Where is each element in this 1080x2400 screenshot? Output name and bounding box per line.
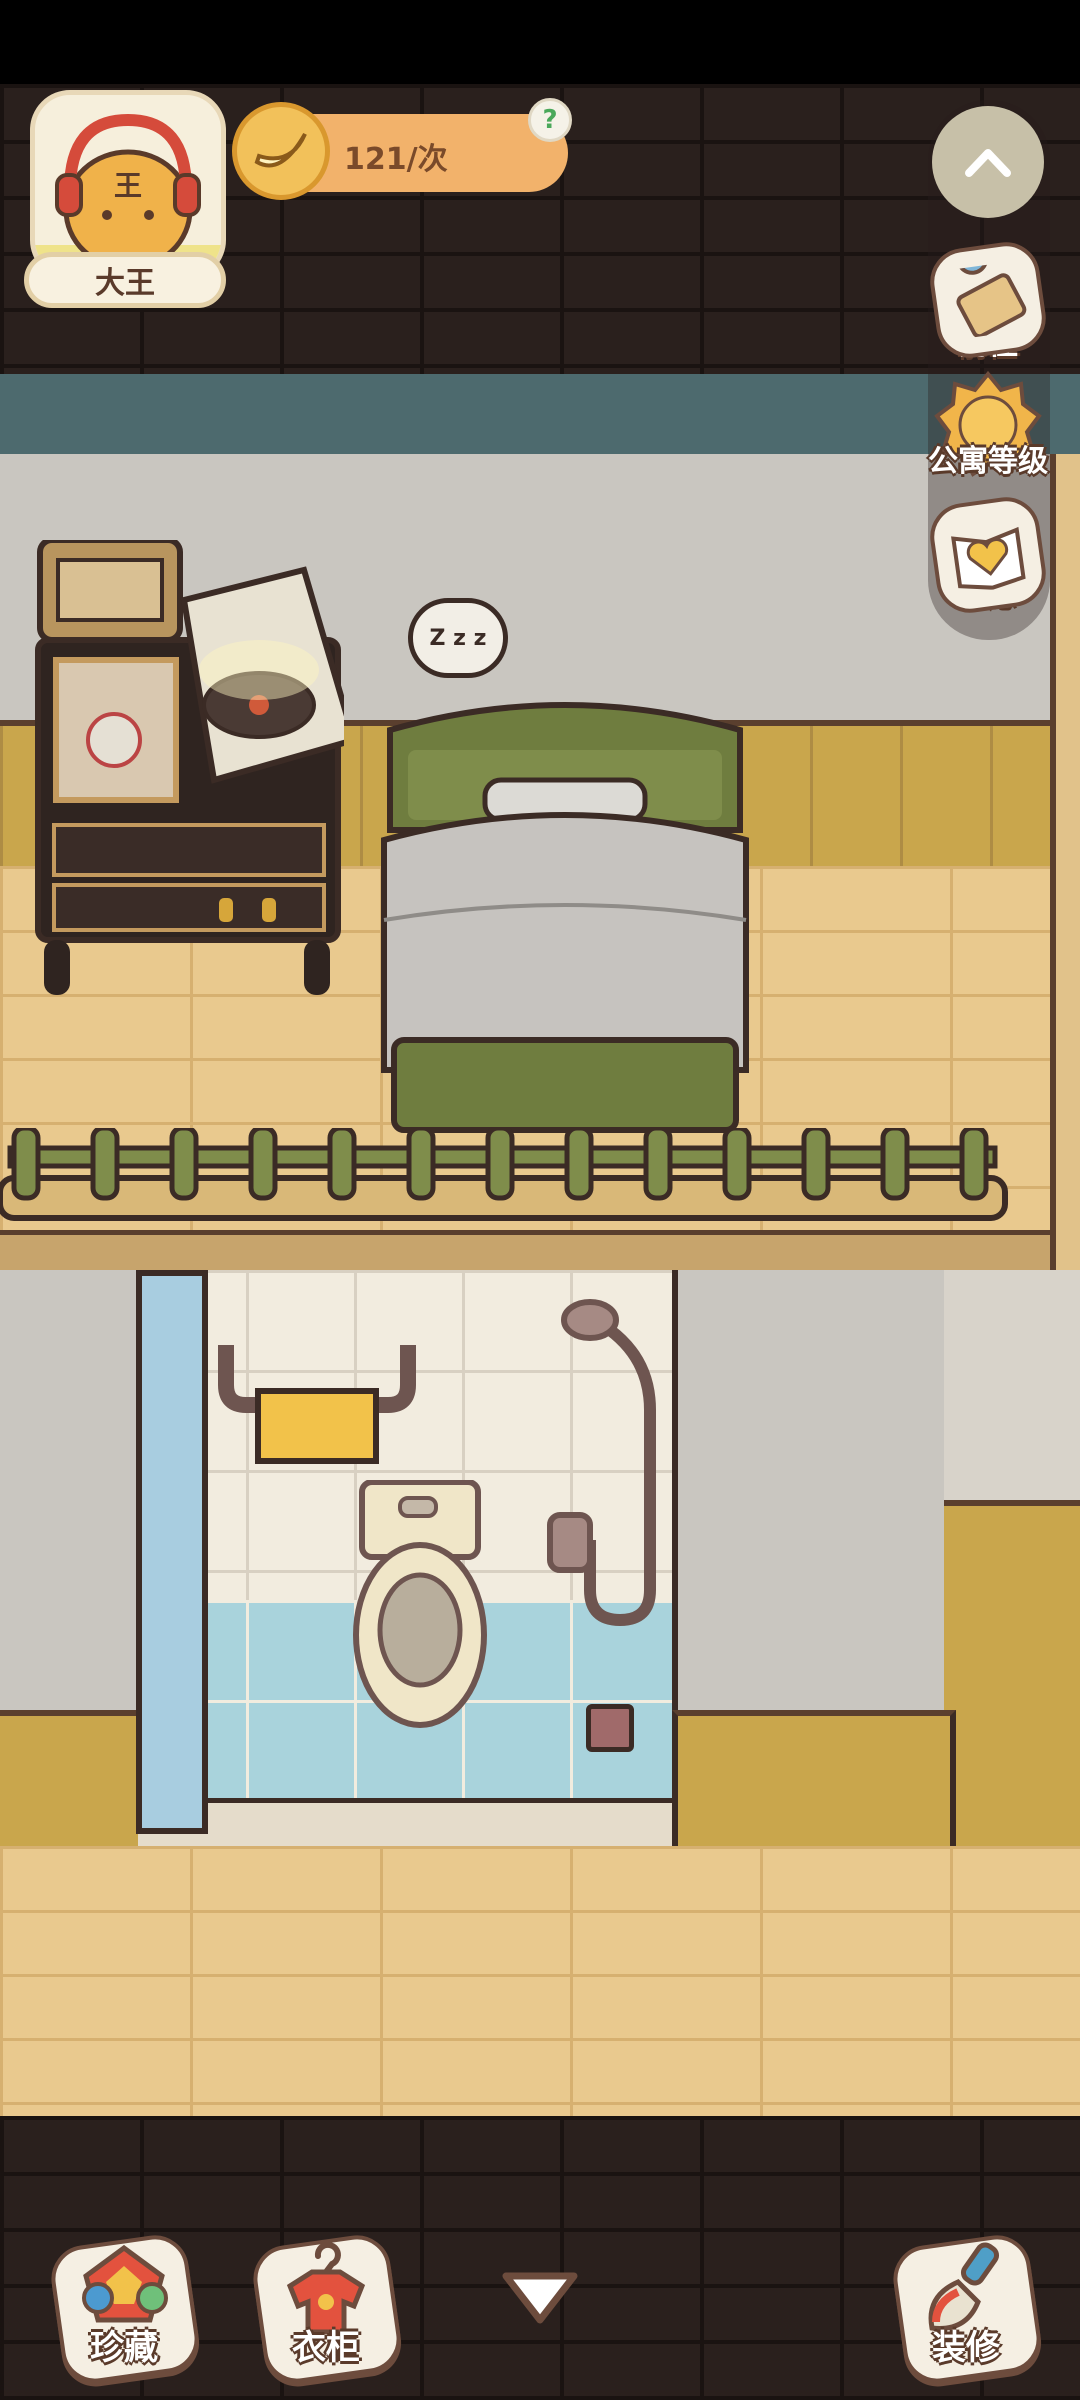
- lower-left-wall: [0, 1270, 138, 1710]
- side-label-apartment-level: 公寓等级: [928, 444, 1048, 479]
- chevron-up-icon: [965, 149, 1011, 177]
- player-card[interactable]: 王 大王: [24, 90, 230, 315]
- sleep-bubble: Z z z: [408, 598, 508, 678]
- dresser[interactable]: [34, 537, 358, 1000]
- lower-far-right-wall: [944, 1270, 1080, 1500]
- banana-icon: [232, 102, 330, 200]
- svg-text:王: 王: [114, 169, 142, 202]
- shower-glass-door[interactable]: [136, 1270, 208, 1834]
- side-item-goto[interactable]: 前往: [925, 237, 1051, 363]
- right-wall-edge: [1050, 454, 1080, 1314]
- lower-right-wall: [672, 1270, 956, 1710]
- bottom-btn-wardrobe[interactable]: 衣柜: [249, 2231, 405, 2387]
- bottom-label-decorate: 装修: [932, 2328, 1000, 2368]
- energy-value: 121/次: [344, 142, 448, 177]
- balcony-railing: [0, 1125, 1010, 1224]
- expand-menu-button[interactable]: [498, 2266, 582, 2330]
- energy-bar[interactable]: 121/次 ?: [232, 98, 572, 200]
- side-item-apartment-level[interactable]: 公寓等级: [928, 370, 1048, 480]
- drain: [586, 1704, 634, 1752]
- sleep-bubble-text: Z z z: [429, 625, 487, 651]
- bottom-btn-collection[interactable]: 珍藏: [47, 2231, 203, 2387]
- bottom-label-wardrobe: 衣柜: [292, 2328, 360, 2368]
- lower-far-right-wainscot: [944, 1500, 1080, 1852]
- side-item-wish[interactable]: 心愿: [925, 492, 1051, 618]
- collapse-button[interactable]: [932, 106, 1044, 218]
- towel-rack[interactable]: [212, 1325, 422, 1465]
- bed[interactable]: [380, 690, 750, 1150]
- bottom-btn-decorate[interactable]: 装修: [889, 2231, 1045, 2387]
- player-name: 大王: [95, 266, 155, 301]
- tiger-with-headphones-icon: 王: [35, 113, 221, 275]
- lower-floor: [0, 1846, 1080, 2116]
- lower-right-wainscot: [672, 1710, 956, 1858]
- triangle-down-icon: [502, 2272, 578, 2324]
- lower-left-wainscot: [0, 1710, 138, 1858]
- heart-book-icon: [951, 526, 1026, 590]
- bottom-label-collection: 珍藏: [90, 2328, 158, 2368]
- toilet[interactable]: [350, 1479, 490, 1740]
- help-icon: ?: [542, 105, 558, 135]
- map-pin-icon: [956, 259, 1027, 339]
- shower-faucet[interactable]: [540, 1290, 670, 1630]
- ceiling-strip: [0, 374, 1080, 460]
- status-bar-area: [0, 0, 1080, 84]
- player-name-plate: 大王: [24, 252, 226, 308]
- help-button[interactable]: ?: [528, 98, 572, 142]
